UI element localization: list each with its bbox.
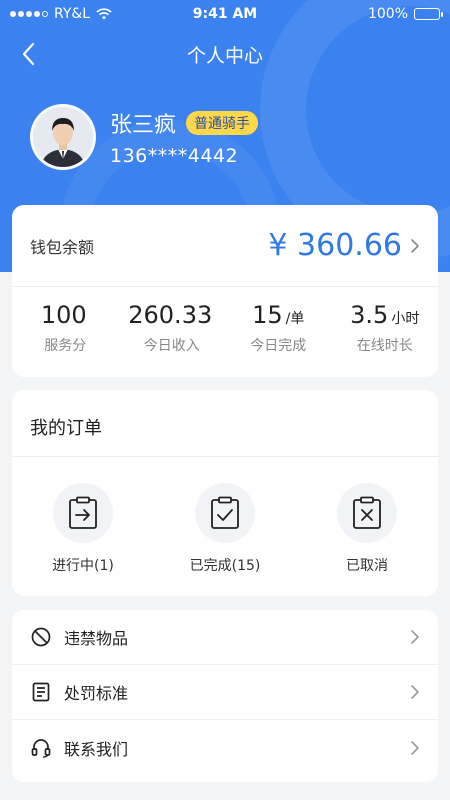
wallet-card: 钱包余额 ¥ 360.66 100 服务分 260.33 今日收入 15/单 今… <box>12 205 438 377</box>
menu-item-contact-us[interactable]: 联系我们 <box>12 720 438 775</box>
order-cancelled[interactable]: 已取消 <box>297 483 438 575</box>
stat-value: 100 <box>40 301 87 329</box>
order-label: 进行中(1) <box>52 558 114 574</box>
prohibited-icon <box>30 626 52 648</box>
order-label: 已完成(15) <box>189 558 261 574</box>
orders-row: 进行中(1) 已完成(15) 已取消 <box>12 457 438 575</box>
order-icon-circle <box>52 483 113 543</box>
nav-bar: 个人中心 <box>0 32 450 76</box>
status-bar: RY&L 9:41 AM 100% <box>0 0 450 28</box>
headset-icon <box>30 737 52 759</box>
document-icon <box>30 681 52 703</box>
stat-label: 今日完成 <box>250 338 307 354</box>
stats-row: 100 服务分 260.33 今日收入 15/单 今日完成 3.5 小时 在线时长 <box>12 287 438 355</box>
wallet-label: 钱包余额 <box>30 237 95 257</box>
status-left: RY&L <box>10 6 112 22</box>
back-button[interactable] <box>10 36 46 72</box>
stat-unit: /单 <box>285 311 305 327</box>
wallet-amount: ¥ 360.66 <box>268 228 402 263</box>
stat-label: 服务分 <box>44 338 87 354</box>
stat-label: 今日收入 <box>143 338 200 354</box>
order-completed[interactable]: 已完成(15) <box>155 483 296 575</box>
profile-section: 张三疯 普通骑手 136****4442 <box>30 104 259 170</box>
chevron-right-icon <box>411 630 419 644</box>
battery-percent: 100% <box>367 6 408 22</box>
stat-online-hours: 3.5 小时 在线时长 <box>332 301 439 355</box>
stat-value: 15 <box>252 301 283 329</box>
order-icon-circle <box>336 483 397 543</box>
menu-label: 处罚标准 <box>64 684 129 703</box>
order-icon-circle <box>194 483 255 543</box>
menu-item-penalty-standards[interactable]: 处罚标准 <box>12 665 438 720</box>
name-row: 张三疯 普通骑手 <box>110 107 259 139</box>
status-right: 100% <box>367 6 443 22</box>
stat-today-income: 260.33 今日收入 <box>119 301 226 355</box>
wallet-balance-row[interactable]: 钱包余额 ¥ 360.66 <box>12 205 438 287</box>
rider-level-badge: 普通骑手 <box>186 111 259 135</box>
clipboard-check-icon <box>211 496 239 529</box>
wifi-icon <box>96 8 112 20</box>
menu-item-prohibited-items[interactable]: 违禁物品 <box>12 610 438 665</box>
orders-card: 我的订单 进行中(1) 已完成(15) 已取消 <box>12 390 438 596</box>
page-title: 个人中心 <box>186 44 263 67</box>
menu-label: 违禁物品 <box>64 629 129 648</box>
chevron-left-icon <box>22 42 35 66</box>
stat-service-score: 100 服务分 <box>12 301 119 355</box>
clipboard-arrow-icon <box>69 496 97 529</box>
menu-label: 联系我们 <box>64 739 129 759</box>
signal-icon <box>10 11 48 17</box>
stat-unit: 小时 <box>391 311 420 327</box>
menu-card: 违禁物品 处罚标准 联系我们 <box>12 610 438 782</box>
wallet-amount-link[interactable]: ¥ 360.66 <box>268 228 420 263</box>
chevron-right-icon <box>411 238 419 253</box>
chevron-right-icon <box>411 740 419 755</box>
profile-info: 张三疯 普通骑手 136****4442 <box>110 107 259 167</box>
user-avatar-icon <box>33 107 93 167</box>
battery-icon <box>414 8 443 20</box>
stat-label: 在线时长 <box>356 338 413 354</box>
avatar[interactable] <box>30 104 96 170</box>
clipboard-x-icon <box>353 496 381 529</box>
stat-value: 260.33 <box>128 301 213 329</box>
stat-today-completed: 15/单 今日完成 <box>225 301 332 355</box>
chevron-right-icon <box>411 685 419 699</box>
order-in-progress[interactable]: 进行中(1) <box>13 483 154 575</box>
carrier-name: RY&L <box>54 6 91 22</box>
order-label: 已取消 <box>345 558 388 574</box>
user-name: 张三疯 <box>110 113 177 138</box>
orders-title: 我的订单 <box>12 390 438 457</box>
stat-value: 3.5 <box>350 301 389 329</box>
phone-number: 136****4442 <box>110 145 239 167</box>
